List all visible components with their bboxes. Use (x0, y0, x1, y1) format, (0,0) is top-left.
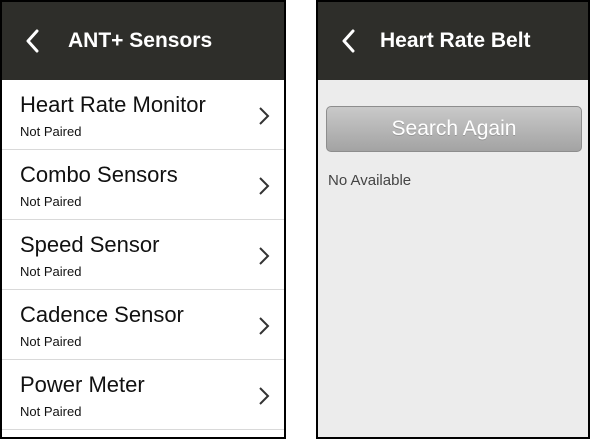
sensor-item-label: Speed Sensor (20, 232, 160, 257)
sensor-item-power-meter[interactable]: Power Meter Not Paired (2, 360, 284, 430)
chevron-left-icon (342, 29, 355, 53)
sensor-item-cadence-sensor[interactable]: Cadence Sensor Not Paired (2, 290, 284, 360)
page-title: Heart Rate Belt (380, 29, 531, 52)
sensor-item-label: Combo Sensors (20, 162, 178, 187)
ant-sensors-screen: ANT+ Sensors Heart Rate Monitor Not Pair… (0, 0, 286, 439)
chevron-right-icon (259, 177, 270, 195)
chevron-right-icon (259, 317, 270, 335)
sensor-item-speed-sensor[interactable]: Speed Sensor Not Paired (2, 220, 284, 290)
back-button[interactable] (18, 26, 46, 56)
sensor-item-heart-rate-monitor[interactable]: Heart Rate Monitor Not Paired (2, 80, 284, 150)
sensor-item-label: Cadence Sensor (20, 302, 184, 327)
back-button[interactable] (334, 26, 362, 56)
chevron-right-icon (259, 247, 270, 265)
page-title: ANT+ Sensors (68, 29, 213, 52)
sensor-item-status: Not Paired (20, 334, 82, 349)
title-bar: Heart Rate Belt (318, 2, 588, 80)
sensor-item-label: Heart Rate Monitor (20, 92, 206, 117)
chevron-left-icon (26, 29, 39, 53)
sensor-item-status: Not Paired (20, 264, 82, 279)
sensor-item-status: Not Paired (20, 194, 82, 209)
sensor-item-status: Not Paired (20, 404, 82, 419)
empty-state-text: No Available (328, 172, 412, 189)
chevron-right-icon (259, 107, 270, 125)
title-bar: ANT+ Sensors (2, 2, 284, 80)
sensor-item-label: Power Meter (20, 372, 145, 397)
sensor-item-status: Not Paired (20, 124, 82, 139)
search-again-button[interactable]: Search Again (326, 106, 582, 152)
heart-rate-belt-screen: Heart Rate Belt Search Again No Availabl… (316, 0, 590, 439)
sensor-list: Heart Rate Monitor Not Paired Combo Sens… (2, 80, 284, 430)
sensor-item-combo-sensors[interactable]: Combo Sensors Not Paired (2, 150, 284, 220)
chevron-right-icon (259, 387, 270, 405)
